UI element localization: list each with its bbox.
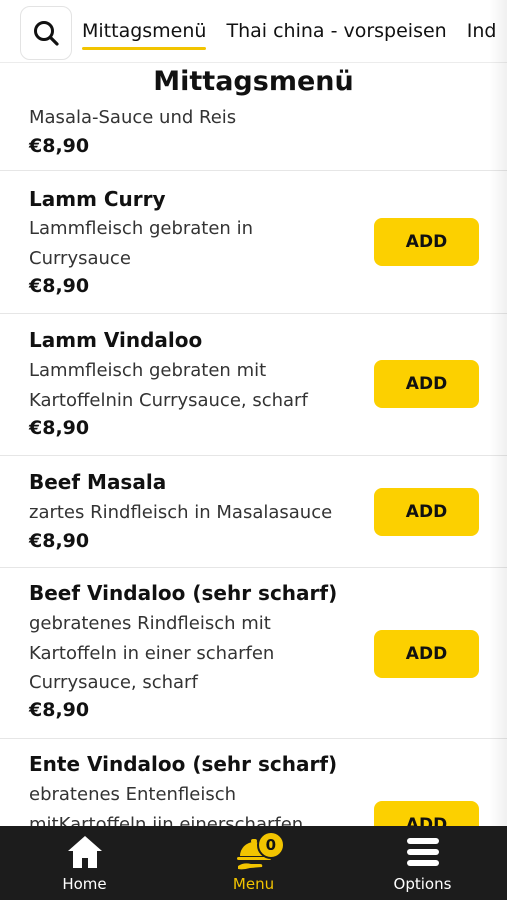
add-button[interactable]: ADD: [374, 630, 479, 678]
menu-item: Beef Masala zartes Rindfleisch in Masala…: [0, 456, 507, 568]
search-icon: [34, 21, 59, 46]
item-description-line: Masala-Sauce und Reis: [29, 107, 237, 128]
item-description-line: ebratenes Entenfleisch: [29, 784, 237, 805]
add-button[interactable]: ADD: [374, 360, 479, 408]
menu-list: Masala-Sauce und Reis €8,90 Lamm Curry L…: [0, 96, 507, 826]
item-title: Lamm Curry: [29, 187, 166, 211]
item-description: Lammfleisch gebraten mit Kartoffelnin Cu…: [29, 356, 364, 415]
home-icon: [67, 836, 102, 868]
item-price: €8,90: [29, 699, 90, 721]
item-description-line: gebratenes Rindfleisch mit: [29, 613, 271, 634]
item-title: Ente Vindaloo (sehr scharf): [29, 752, 338, 776]
cart-count-badge: 0: [256, 831, 285, 859]
item-price: €8,90: [29, 417, 90, 439]
tab-ind[interactable]: Ind: [467, 12, 497, 50]
menu-item: Beef Vindaloo (sehr scharf) gebratenes R…: [0, 568, 507, 739]
item-description: ebratenes Entenfleisch mitKartoffeln iin…: [29, 780, 364, 826]
item-description-line: zartes Rindfleisch in Masalasauce: [29, 502, 333, 523]
top-tab-bar: Mittagsmenü Thai china - vorspeisen Ind: [0, 0, 507, 63]
item-price: €8,90: [29, 275, 90, 297]
item-description: Lammfleisch gebraten in Currysauce: [29, 214, 364, 273]
nav-home-label: Home: [62, 875, 107, 893]
nav-menu-label: Menu: [232, 875, 275, 893]
menu-item: Lamm Vindaloo Lammfleisch gebraten mit K…: [0, 314, 507, 456]
nav-options-label: Options: [393, 875, 452, 893]
item-description-line: Kartoffeln in einer scharfen: [29, 642, 275, 664]
item-description-line: Currysauce, scharf: [29, 672, 198, 693]
item-description: zartes Rindfleisch in Masalasauce: [29, 498, 364, 528]
item-description-line: mitKartoffeln iin einerscharfen: [29, 813, 304, 827]
item-description-line: Kartoffelnin Currysauce, scharf: [29, 389, 308, 411]
item-description-line: Lammfleisch gebraten in: [29, 218, 253, 239]
bottom-navigation: Home 0 Menu Options: [0, 826, 507, 900]
item-price: €8,90: [29, 135, 90, 157]
search-button[interactable]: [20, 6, 72, 60]
menu-item: Lamm Curry Lammfleisch gebraten in Curry…: [0, 171, 507, 314]
tab-mittagsmenu[interactable]: Mittagsmenü: [82, 12, 207, 50]
item-description-line: Lammfleisch gebraten mit: [29, 360, 267, 381]
item-title: Beef Masala: [29, 470, 167, 494]
item-title: Lamm Vindaloo: [29, 328, 203, 352]
add-button[interactable]: ADD: [374, 801, 479, 826]
item-description: Masala-Sauce und Reis: [29, 103, 364, 133]
hamburger-menu-icon: [406, 838, 439, 866]
item-price: €8,90: [29, 530, 90, 552]
nav-home[interactable]: Home: [0, 826, 169, 900]
category-tabs: Mittagsmenü Thai china - vorspeisen Ind: [82, 0, 507, 62]
menu-item: Masala-Sauce und Reis €8,90: [0, 96, 507, 171]
menu-item: Ente Vindaloo (sehr scharf) ebratenes En…: [0, 739, 507, 826]
item-description: gebratenes Rindfleisch mit Kartoffeln in…: [29, 609, 364, 698]
add-button[interactable]: ADD: [374, 488, 479, 536]
section-title: Mittagsmenü: [0, 62, 507, 102]
nav-menu[interactable]: 0 Menu: [169, 826, 338, 900]
add-button[interactable]: ADD: [374, 218, 479, 266]
item-title: Beef Vindaloo (sehr scharf): [29, 581, 338, 605]
item-description-line: Currysauce: [29, 247, 131, 269]
nav-options[interactable]: Options: [338, 826, 507, 900]
tab-thai-china-vorspeisen[interactable]: Thai china - vorspeisen: [226, 12, 446, 50]
